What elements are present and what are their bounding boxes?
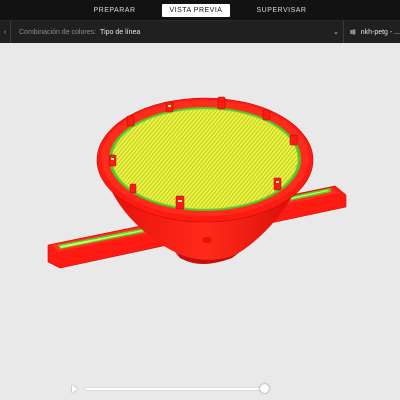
sliders-icon <box>350 29 356 35</box>
slider-track[interactable] <box>86 388 264 390</box>
color-scheme-dropdown[interactable]: Tipo de línea <box>100 29 140 36</box>
view-options-bar: ‹ Combinación de colores: Tipo de línea … <box>0 20 400 43</box>
chevron-left-icon[interactable]: ‹ <box>0 21 11 43</box>
tab-prepare[interactable]: PREPARAR <box>86 4 144 17</box>
color-scheme-label: Combinación de colores: <box>19 28 97 36</box>
tab-preview[interactable]: VISTA PREVIA <box>161 3 231 17</box>
chevron-down-icon[interactable]: ⌄ <box>333 21 339 43</box>
profile-name: nkh-petg - ... <box>360 28 400 36</box>
play-icon[interactable] <box>72 385 78 393</box>
tab-monitor[interactable]: SUPERVISAR <box>248 4 314 17</box>
stage-tab-bar: PREPARAR VISTA PREVIA SUPERVISAR <box>0 0 400 20</box>
stage-tabs: PREPARAR VISTA PREVIA SUPERVISAR <box>86 3 315 17</box>
layer-slider[interactable] <box>72 384 272 394</box>
preview-viewport[interactable] <box>0 42 400 400</box>
slider-thumb[interactable] <box>260 384 269 393</box>
model-preview <box>47 96 347 269</box>
print-settings-button[interactable]: nkh-petg - ... <box>343 21 400 43</box>
